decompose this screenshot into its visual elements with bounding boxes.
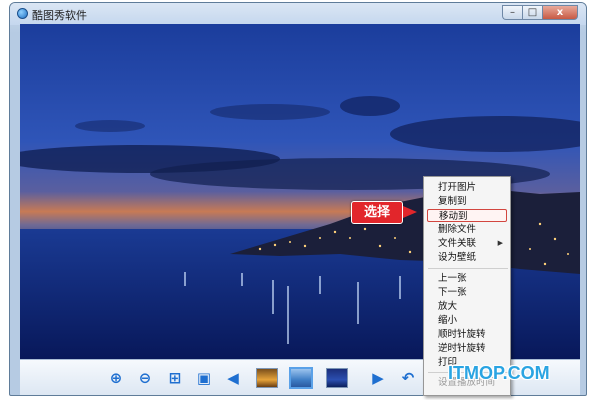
- menu-item-open-image[interactable]: 打开图片: [427, 181, 507, 194]
- menu-item-set-wallpaper[interactable]: 设为壁纸: [427, 251, 507, 264]
- menu-item-move-to[interactable]: 移动到: [427, 209, 507, 222]
- menu-item-rotate-clockwise[interactable]: 顺时针旋转: [427, 328, 507, 341]
- menu-item-next[interactable]: 下一张: [427, 286, 507, 299]
- title-bar[interactable]: 酷图秀软件 – □ x: [10, 3, 586, 25]
- callout-arrow: [403, 206, 417, 218]
- window-title: 酷图秀软件: [32, 9, 87, 22]
- thumbnail-current[interactable]: [289, 367, 313, 389]
- close-button[interactable]: x: [542, 5, 578, 20]
- submenu-arrow-icon: ▶: [497, 239, 503, 247]
- watermark: ITMOP.COM: [448, 363, 550, 383]
- menu-item-previous[interactable]: 上一张: [427, 272, 507, 285]
- fit-icon[interactable]: ⊞: [167, 370, 183, 386]
- menu-item-delete-file[interactable]: 删除文件: [427, 223, 507, 236]
- slideshow-icon[interactable]: ▣: [196, 370, 212, 386]
- zoom-in-icon[interactable]: ⊕: [108, 370, 124, 386]
- menu-separator: [428, 268, 508, 269]
- menu-item-rotate-counterclockwise[interactable]: 逆时针旋转: [427, 342, 507, 355]
- select-callout: 选择: [351, 201, 403, 224]
- next-icon[interactable]: ▶: [370, 370, 386, 386]
- rotate-icon[interactable]: ↶: [400, 370, 416, 386]
- menu-item-zoom-in[interactable]: 放大: [427, 300, 507, 313]
- menu-item-file-association[interactable]: 文件关联 ▶: [427, 237, 507, 250]
- zoom-out-icon[interactable]: ⊖: [137, 370, 153, 386]
- previous-icon[interactable]: ◀: [225, 370, 241, 386]
- menu-item-label: 文件关联: [438, 238, 477, 249]
- thumbnail-next[interactable]: [326, 368, 348, 388]
- window-controls: – □ x: [502, 5, 578, 21]
- app-icon: [17, 8, 28, 19]
- menu-item-zoom-out[interactable]: 缩小: [427, 314, 507, 327]
- thumbnail-prev[interactable]: [256, 368, 278, 388]
- maximize-button[interactable]: □: [522, 5, 542, 20]
- minimize-button[interactable]: –: [502, 5, 522, 20]
- menu-item-copy-to[interactable]: 复制到: [427, 195, 507, 208]
